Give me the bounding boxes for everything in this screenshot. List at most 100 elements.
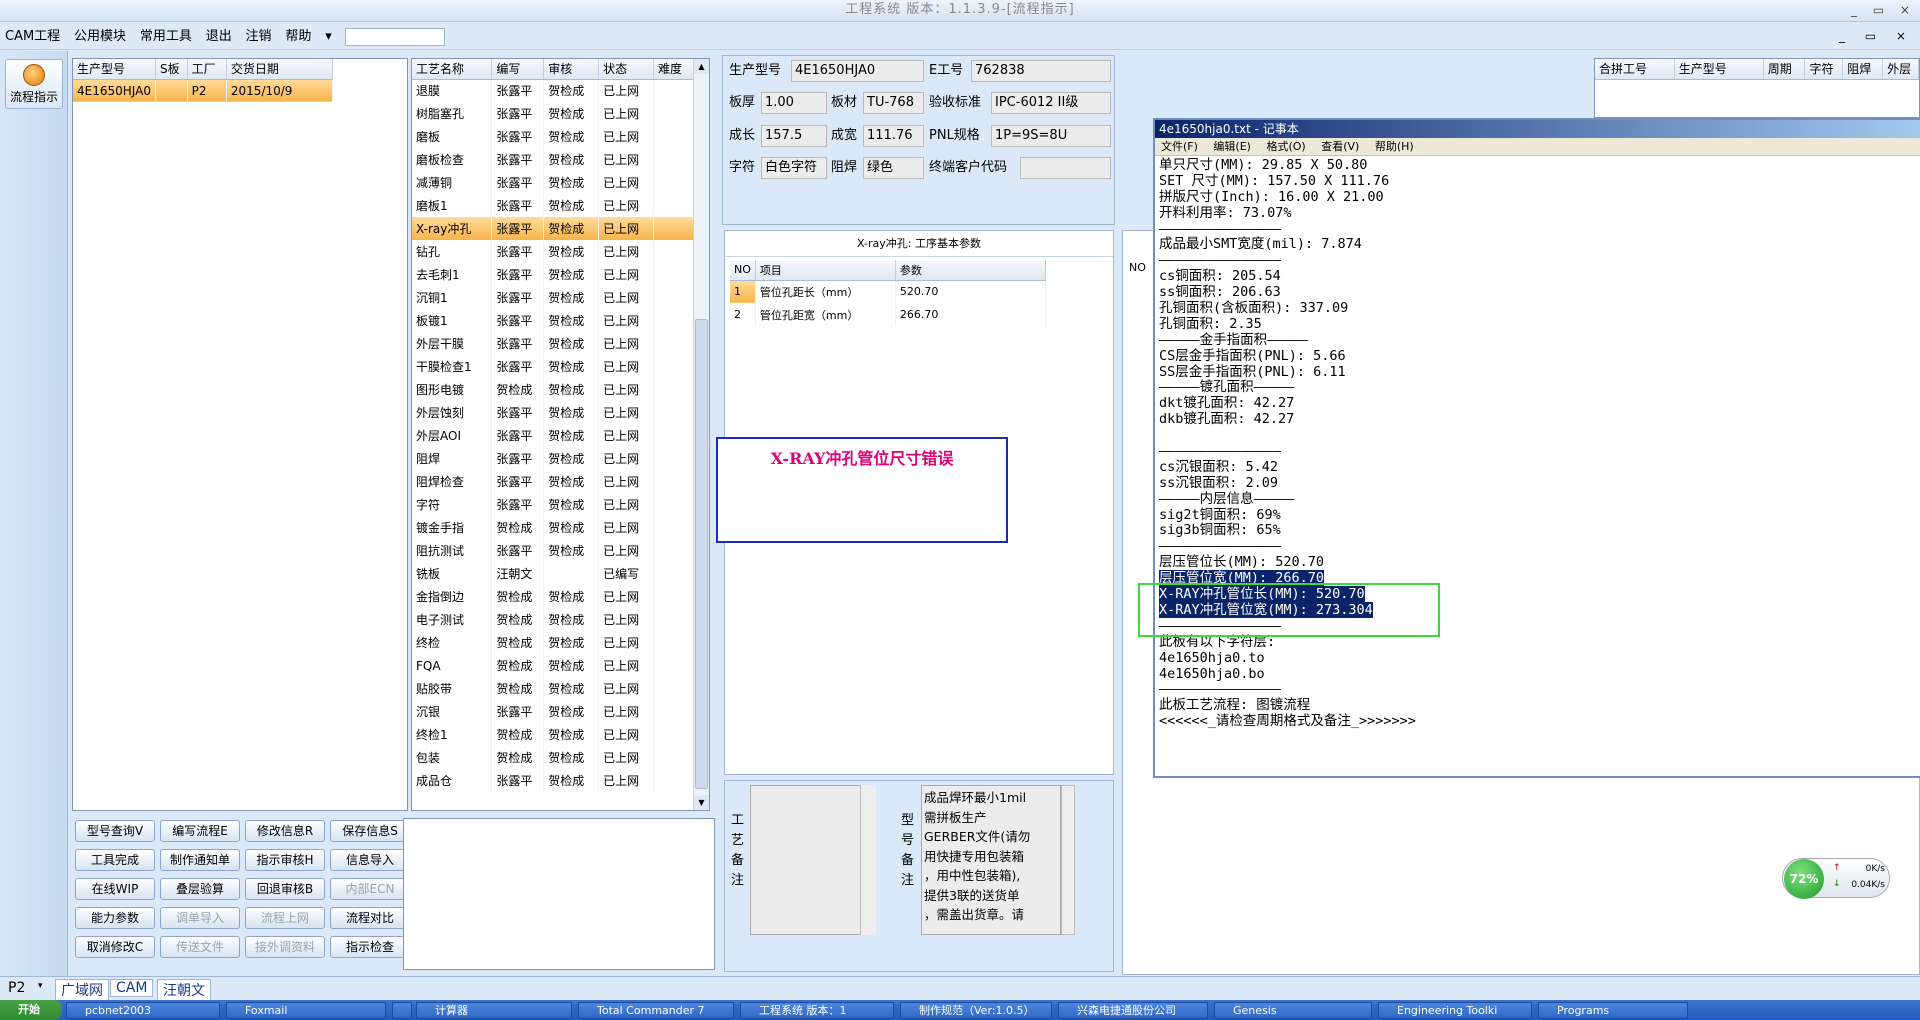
field-thickness[interactable]: 1.00 [761,92,827,114]
field-model[interactable]: 4E1650HJA0 [791,60,924,82]
col-writer[interactable]: 编写 [491,59,545,80]
menu-tools[interactable]: 常用工具 [135,24,197,50]
table-row[interactable]: 4E1650HJA0 P2 2015/10/9 [73,79,334,102]
action-button[interactable]: 流程对比 [330,907,410,929]
chevron-down-icon[interactable]: ▾ [320,24,337,50]
table-row[interactable]: 铣板 汪朝文 已编写 [412,562,694,585]
field-length[interactable]: 157.5 [761,125,827,147]
action-button[interactable]: 修改信息R [245,820,325,842]
action-button[interactable]: 接外调资料 [245,936,325,958]
action-button[interactable]: 内部ECN [330,878,410,900]
right-grid-no-header[interactable]: NO [1129,261,1146,274]
action-button[interactable]: 编写流程E [160,820,240,842]
action-button[interactable]: 信息导入 [330,849,410,871]
col-no[interactable]: NO [730,260,756,281]
table-row[interactable]: 干膜检查1 张露平 贺检成 已上网 [412,355,694,378]
notepad-menu-file[interactable]: 文件(F) [1161,140,1198,153]
action-button[interactable]: 在线WIP [75,878,155,900]
table-row[interactable]: 沉铜1 张露平 贺检成 已上网 [412,286,694,309]
action-button[interactable]: 型号查询V [75,820,155,842]
table-row[interactable]: 阻抗测试 张露平 贺检成 已上网 [412,539,694,562]
table-row[interactable]: 树脂塞孔 张露平 贺检成 已上网 [412,102,694,125]
window-controls[interactable]: _ ▭ × [1851,0,1916,20]
action-button[interactable]: 能力参数 [75,907,155,929]
notepad-menu-format[interactable]: 格式(O) [1266,140,1305,153]
menu-help[interactable]: 帮助 [280,24,316,50]
table-row[interactable]: 2 管位孔距宽（mm） 266.70 [730,303,1046,326]
col-factory[interactable]: 工厂 [187,59,227,80]
process-scrollbar[interactable]: ▲ ▼ [693,59,709,810]
process-remark-box[interactable] [750,785,876,935]
action-button[interactable]: 保存信息S [330,820,410,842]
table-row[interactable]: 成品仓 张露平 贺检成 已上网 [412,769,694,792]
notepad-menu-edit[interactable]: 编辑(E) [1213,140,1251,153]
table-row[interactable]: 外层干膜 张露平 贺检成 已上网 [412,332,694,355]
taskbar-item[interactable]: 兴森电捷通股份公司 [1058,1002,1208,1019]
table-row[interactable]: 外层AOI 张露平 贺检成 已上网 [412,424,694,447]
field-char[interactable]: 白色字符 [761,157,827,179]
table-row[interactable]: 磨板1 张露平 贺检成 已上网 [412,194,694,217]
table-row[interactable]: 磨板 张露平 贺检成 已上网 [412,125,694,148]
col-outer[interactable]: 外层 [1882,59,1919,80]
menu-cam[interactable]: CAM工程 [0,24,65,50]
notepad-menu-help[interactable]: 帮助(H) [1375,140,1414,153]
taskbar-item[interactable]: Total Commander 7 [578,1002,734,1019]
col-period[interactable]: 周期 [1763,59,1806,80]
flow-indicator-button[interactable]: 流程指示 [5,59,63,109]
action-button[interactable]: 工具完成 [75,849,155,871]
field-eno[interactable]: 762838 [971,60,1111,82]
field-standard[interactable]: IPC-6012 II级 [991,92,1111,114]
tab-user[interactable]: 汪朝文 [157,979,211,1001]
model-remark-box[interactable]: 成品焊环最小1mil 需拼板生产 GERBER文件(请勿 用快捷专用包装箱 ，用… [921,785,1061,935]
col-s[interactable]: S板 [155,59,188,80]
start-button[interactable]: 开始 [0,1000,62,1020]
table-row[interactable]: 电子测试 贺检成 贺检成 已上网 [412,608,694,631]
taskbar-item[interactable]: 工程系统 版本：1 [740,1002,894,1019]
table-row[interactable]: 阻焊 张露平 贺检成 已上网 [412,447,694,470]
table-row[interactable]: 磨板检查 张露平 贺检成 已上网 [412,148,694,171]
field-mask[interactable]: 绿色 [863,157,924,179]
action-button[interactable]: 指示审核H [245,849,325,871]
remark-scrollbar[interactable] [860,785,876,935]
taskbar-item[interactable]: 计算器 [416,1002,572,1019]
table-row[interactable]: 包装 贺检成 贺检成 已上网 [412,746,694,769]
log-box[interactable] [403,818,715,970]
col-reviewer[interactable]: 审核 [543,59,600,80]
table-row[interactable]: 退膜 张露平 贺检成 已上网 [412,79,694,102]
taskbar-item[interactable]: Foxmail [226,1002,386,1019]
table-row[interactable]: 减薄铜 张露平 贺检成 已上网 [412,171,694,194]
table-row[interactable]: 终检 贺检成 贺检成 已上网 [412,631,694,654]
scroll-thumb[interactable] [695,319,708,789]
action-button[interactable]: 制作通知单 [160,849,240,871]
table-row[interactable]: 图形电镀 贺检成 贺检成 已上网 [412,378,694,401]
col-param[interactable]: 参数 [895,260,1046,281]
table-row[interactable]: 贴胶带 贺检成 贺检成 已上网 [412,677,694,700]
tab-wan[interactable]: 广域网 [55,979,109,1001]
col-process[interactable]: 工艺名称 [412,59,493,80]
action-button[interactable]: 调单导入 [160,907,240,929]
scroll-up-icon[interactable]: ▲ [694,59,709,74]
table-row[interactable]: 去毛刺1 张露平 贺检成 已上网 [412,263,694,286]
col-combine-model[interactable]: 生产型号 [1674,59,1764,80]
taskbar-item[interactable]: Genesis [1214,1002,1372,1019]
menu-public[interactable]: 公用模块 [69,24,131,50]
col-status[interactable]: 状态 [598,59,655,80]
table-row[interactable]: 终检1 贺检成 贺检成 已上网 [412,723,694,746]
col-item[interactable]: 项目 [755,260,896,281]
table-row[interactable]: 外层蚀刻 张露平 贺检成 已上网 [412,401,694,424]
table-row[interactable]: 1 管位孔距长（mm） 520.70 [730,280,1046,303]
taskbar-item[interactable] [392,1002,412,1019]
action-button[interactable]: 流程上网 [245,907,325,929]
model-remark-scrollbar[interactable] [1061,785,1075,935]
mdi-controls[interactable]: _ ▭ × [1839,29,1914,43]
action-button[interactable]: 指示检查 [330,936,410,958]
col-combine[interactable]: 合拼工号 [1595,59,1675,80]
table-row[interactable]: 金指倒边 贺检成 贺检成 已上网 [412,585,694,608]
table-row[interactable]: 板镀1 张露平 贺检成 已上网 [412,309,694,332]
taskbar-item[interactable]: pcbnet2003 [66,1002,220,1019]
chevron-down-icon[interactable]: ▾ [38,981,43,991]
menu-logout[interactable]: 注销 [241,24,277,50]
taskbar-item[interactable]: 制作规范（Ver:1.0.5） [900,1002,1052,1019]
notepad-menu-view[interactable]: 查看(V) [1321,140,1359,153]
col-combine-char[interactable]: 字符 [1804,59,1844,80]
